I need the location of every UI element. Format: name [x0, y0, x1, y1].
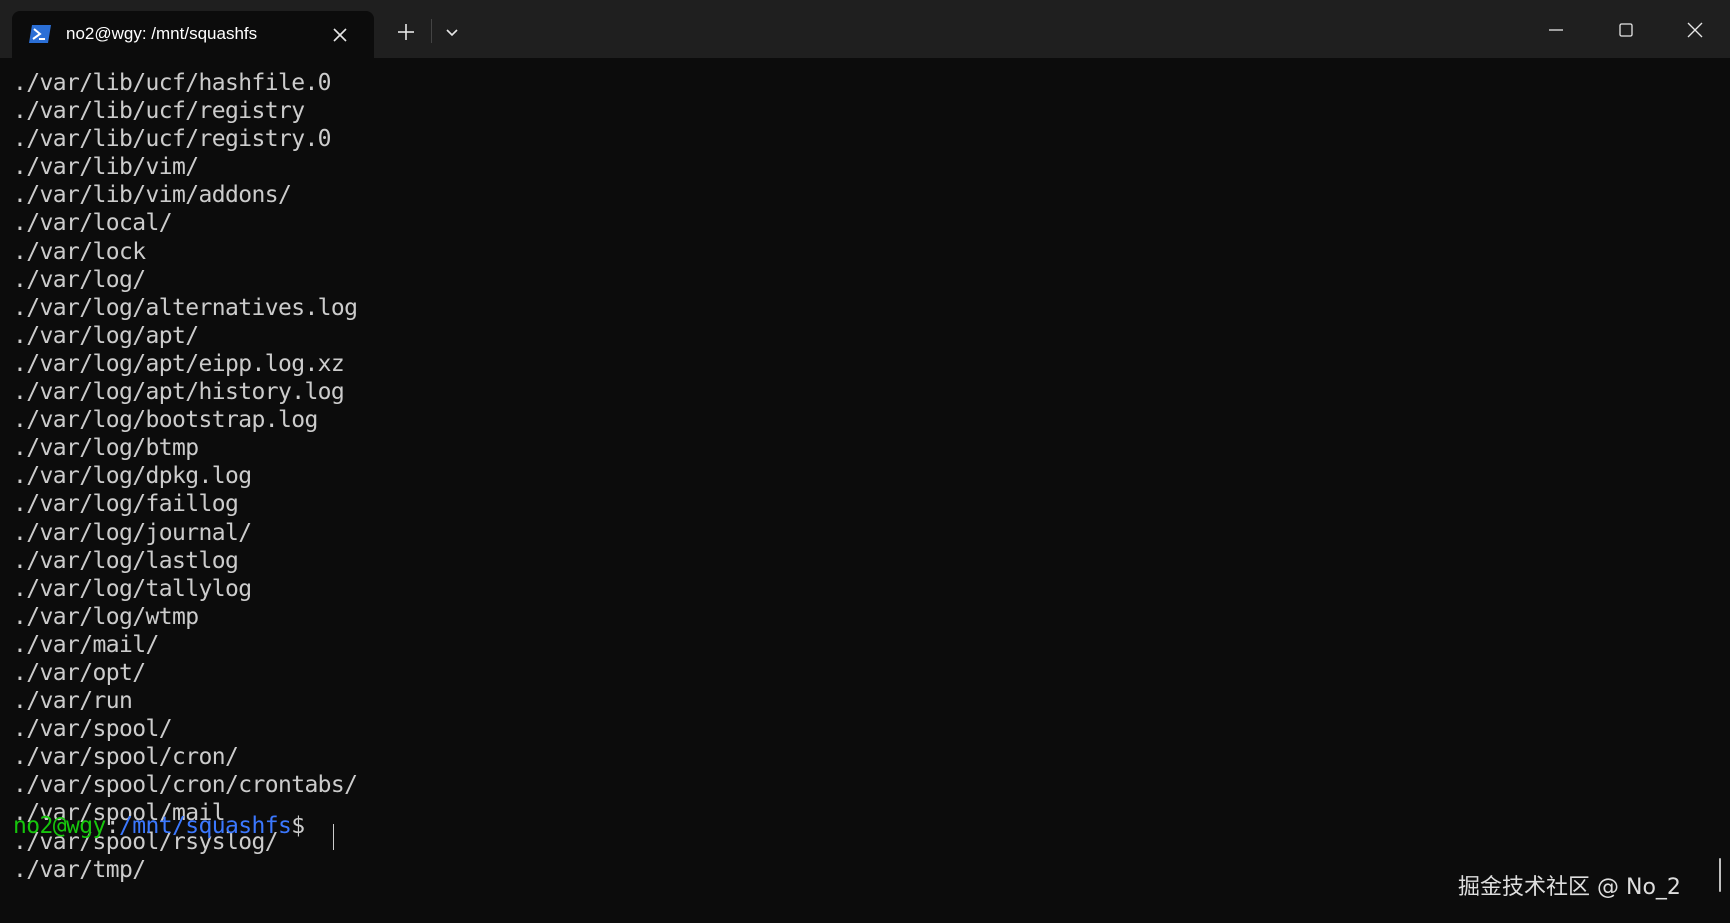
tab-separator [431, 19, 432, 43]
prompt-path: /mnt/squashfs [118, 813, 292, 839]
output-line: ./var/log/btmp [13, 435, 199, 462]
output-line: ./var/log/tallylog [13, 575, 252, 602]
output-line: ./var/log/alternatives.log [13, 294, 358, 321]
output-line: ./var/spool/cron/crontabs/ [13, 772, 358, 799]
output-line: ./var/spool/ [13, 716, 173, 743]
output-line: ./var/opt/ [13, 659, 146, 686]
prompt-dollar: $ [291, 813, 305, 839]
output-line: ./var/local/ [13, 210, 173, 237]
powershell-icon [28, 24, 52, 44]
tab-close-icon[interactable] [328, 23, 352, 47]
terminal-output: ./var/lib/ucf/hashfile.0 ./var/lib/ucf/r… [13, 69, 358, 884]
output-line: ./var/lock [13, 238, 146, 265]
watermark: 掘金技术社区 @ No_2 [1458, 875, 1681, 900]
output-line: ./var/mail/ [13, 631, 159, 658]
output-line: ./var/lib/ucf/hashfile.0 [13, 70, 332, 96]
output-line: ./var/log/apt/history.log [13, 379, 345, 406]
output-line: ./var/lib/vim/addons/ [13, 182, 292, 209]
terminal-pane[interactable]: ./var/lib/ucf/hashfile.0 ./var/lib/ucf/r… [0, 58, 1730, 923]
output-line: ./var/log/apt/ [13, 322, 199, 349]
chevron-down-icon[interactable] [440, 20, 464, 44]
maximize-icon[interactable] [1603, 10, 1649, 50]
output-line: ./var/lib/ucf/registry [13, 98, 305, 125]
output-line: ./var/lib/vim/ [13, 154, 199, 181]
prompt-user-host: no2@wgy [13, 813, 106, 839]
output-line: ./var/log/ [13, 266, 146, 293]
close-icon[interactable] [1672, 10, 1718, 50]
output-line: ./var/log/bootstrap.log [13, 407, 318, 434]
plus-icon[interactable] [392, 18, 420, 46]
output-line: ./var/lib/ucf/registry.0 [13, 126, 332, 153]
title-bar: no2@wgy: /mnt/squashfs [0, 0, 1730, 58]
output-line: ./var/log/lastlog [13, 547, 239, 574]
prompt-colon: : [105, 813, 120, 839]
minimize-icon[interactable] [1533, 10, 1579, 50]
tab-terminal[interactable]: no2@wgy: /mnt/squashfs [12, 11, 374, 58]
output-line: ./var/log/apt/eipp.log.xz [13, 350, 345, 377]
output-line: ./var/spool/cron/ [13, 744, 239, 771]
output-line: ./var/log/faillog [13, 491, 239, 518]
output-line: ./var/log/journal/ [13, 519, 252, 546]
output-line: ./var/log/dpkg.log [13, 463, 252, 490]
output-line: ./var/tmp/ [13, 856, 146, 883]
scrollbar-thumb[interactable] [1719, 858, 1721, 892]
output-line: ./var/log/wtmp [13, 603, 199, 630]
tab-title: no2@wgy: /mnt/squashfs [66, 24, 258, 43]
text-cursor [333, 824, 334, 850]
shell-prompt: no2@wgy:/mnt/squashfs$ [13, 812, 305, 840]
output-line: ./var/run [13, 688, 133, 715]
